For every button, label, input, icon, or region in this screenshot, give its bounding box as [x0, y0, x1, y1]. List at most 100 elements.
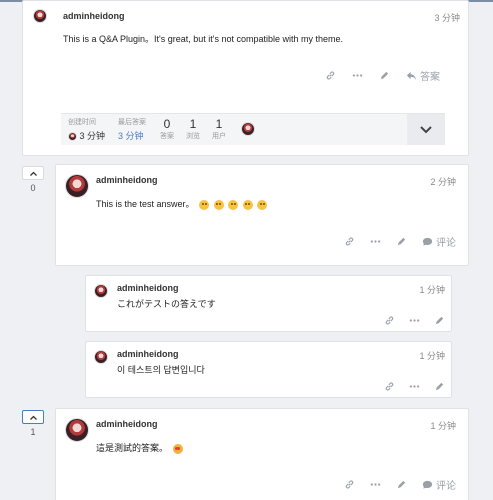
avatar[interactable]: [94, 350, 108, 364]
avatar[interactable]: [94, 284, 108, 298]
post-time[interactable]: 3 分钟: [434, 11, 460, 24]
link-button[interactable]: [384, 315, 395, 326]
expand-meta-button[interactable]: [407, 114, 445, 145]
edit-button[interactable]: [396, 236, 407, 247]
answers-label: 答案: [160, 133, 174, 140]
more-icon: [352, 74, 363, 77]
vote-count: 1: [30, 427, 36, 437]
meta-last-answer-value[interactable]: 3 分钟: [118, 129, 146, 142]
meta-created-label: 创建时间: [68, 119, 96, 126]
edit-icon: [397, 480, 406, 489]
post-username[interactable]: adminheidong: [63, 11, 125, 21]
comment-label: 评论: [436, 238, 456, 249]
edit-button[interactable]: [396, 479, 407, 490]
comment-icon: [422, 480, 433, 489]
post-body-text: 這是測試的答案。: [96, 443, 169, 453]
smile-emoji-icon: [242, 199, 253, 210]
link-icon: [385, 316, 394, 325]
comment-username[interactable]: adminheidong: [117, 283, 179, 293]
post-username[interactable]: adminheidong: [96, 175, 158, 185]
more-button[interactable]: [370, 236, 381, 247]
link-button[interactable]: [325, 70, 336, 81]
post-time[interactable]: 1 分钟: [430, 419, 456, 432]
avatar[interactable]: [241, 122, 255, 136]
meta-users: 1 用户: [211, 117, 227, 141]
answer-post: adminheidong 2 分钟 This is the test answe…: [55, 164, 469, 266]
post-username[interactable]: adminheidong: [96, 419, 158, 429]
smile-emoji-icon: [199, 199, 210, 210]
link-icon: [326, 71, 335, 80]
link-button[interactable]: [344, 236, 355, 247]
meta-views: 1 浏览: [185, 117, 201, 141]
meta-last-answer-label: 最后答案: [118, 119, 146, 126]
meta-created-value[interactable]: 3 分钟: [68, 129, 105, 142]
comment-label: 评论: [436, 481, 456, 492]
vote-count: 0: [30, 183, 36, 193]
edit-button[interactable]: [379, 70, 390, 81]
comment-button[interactable]: 评论: [422, 234, 456, 249]
link-button[interactable]: [344, 479, 355, 490]
edit-button[interactable]: [434, 315, 445, 326]
comment-icon: [422, 237, 433, 246]
more-button[interactable]: [409, 381, 420, 392]
upvote-button[interactable]: [22, 166, 44, 180]
love-emoji-icon: [172, 443, 183, 454]
answer-button[interactable]: 答案: [406, 68, 440, 83]
more-icon: [370, 240, 381, 243]
comment-time[interactable]: 1 分钟: [419, 349, 445, 362]
chevron-down-icon: [420, 125, 432, 133]
link-button[interactable]: [384, 381, 395, 392]
comment-username[interactable]: adminheidong: [117, 349, 179, 359]
link-icon: [345, 237, 354, 246]
edit-icon: [435, 382, 444, 391]
more-icon: [409, 385, 420, 388]
meta-answers: 0 答案: [159, 117, 175, 141]
comment-body: 이 테스트의 답변입니다: [117, 365, 205, 375]
avatar[interactable]: [33, 9, 47, 23]
more-button[interactable]: [409, 315, 420, 326]
comment-actions: [384, 381, 445, 392]
post-time[interactable]: 2 分钟: [430, 175, 456, 188]
comment-post: adminheidong 1 分钟 これがテストの答えです: [85, 275, 452, 332]
avatar[interactable]: [65, 418, 89, 442]
meta-created-time: 3 分钟: [79, 131, 106, 141]
meta-created: 创建时间 3 分钟: [68, 117, 105, 142]
smile-emoji-icon: [257, 199, 268, 210]
link-icon: [345, 480, 354, 489]
comment-actions: [384, 315, 445, 326]
comment-body: これがテストの答えです: [117, 299, 216, 309]
views-count: 1: [189, 117, 197, 131]
answers-count: 0: [163, 117, 171, 131]
meta-last-answer: 最后答案 3 分钟: [118, 117, 146, 142]
comment-time[interactable]: 1 分钟: [419, 283, 445, 296]
chevron-up-icon: [29, 171, 37, 176]
post-body-text: This is the test answer。: [96, 199, 195, 209]
answer-post: adminheidong 1 分钟 這是測試的答案。 评论: [55, 408, 469, 500]
more-icon: [370, 483, 381, 486]
edit-button[interactable]: [434, 381, 445, 392]
link-icon: [385, 382, 394, 391]
more-button[interactable]: [352, 70, 363, 81]
edit-icon: [397, 237, 406, 246]
answer-label: 答案: [420, 72, 440, 83]
question-post: adminheidong 3 分钟 This is a Q&A Plugin。I…: [22, 0, 469, 156]
smile-emoji-icon: [228, 199, 239, 210]
post-body: This is a Q&A Plugin。It's great, but it'…: [63, 34, 344, 44]
edit-icon: [380, 71, 389, 80]
avatar: [68, 132, 77, 142]
post-body: 這是測試的答案。: [96, 441, 183, 454]
post-body: This is the test answer。: [96, 197, 268, 210]
avatar[interactable]: [65, 174, 89, 198]
chevron-up-icon: [29, 415, 37, 420]
smile-emoji-icon: [213, 199, 224, 210]
views-label: 浏览: [186, 133, 200, 140]
edit-icon: [435, 316, 444, 325]
reply-icon: [406, 71, 417, 81]
upvote-button[interactable]: [22, 410, 44, 424]
users-label: 用户: [212, 133, 226, 140]
comment-post: adminheidong 1 分钟 이 테스트의 답변입니다: [85, 341, 452, 398]
post-actions: 评论: [344, 234, 456, 249]
more-icon: [409, 319, 420, 322]
more-button[interactable]: [370, 479, 381, 490]
comment-button[interactable]: 评论: [422, 477, 456, 492]
